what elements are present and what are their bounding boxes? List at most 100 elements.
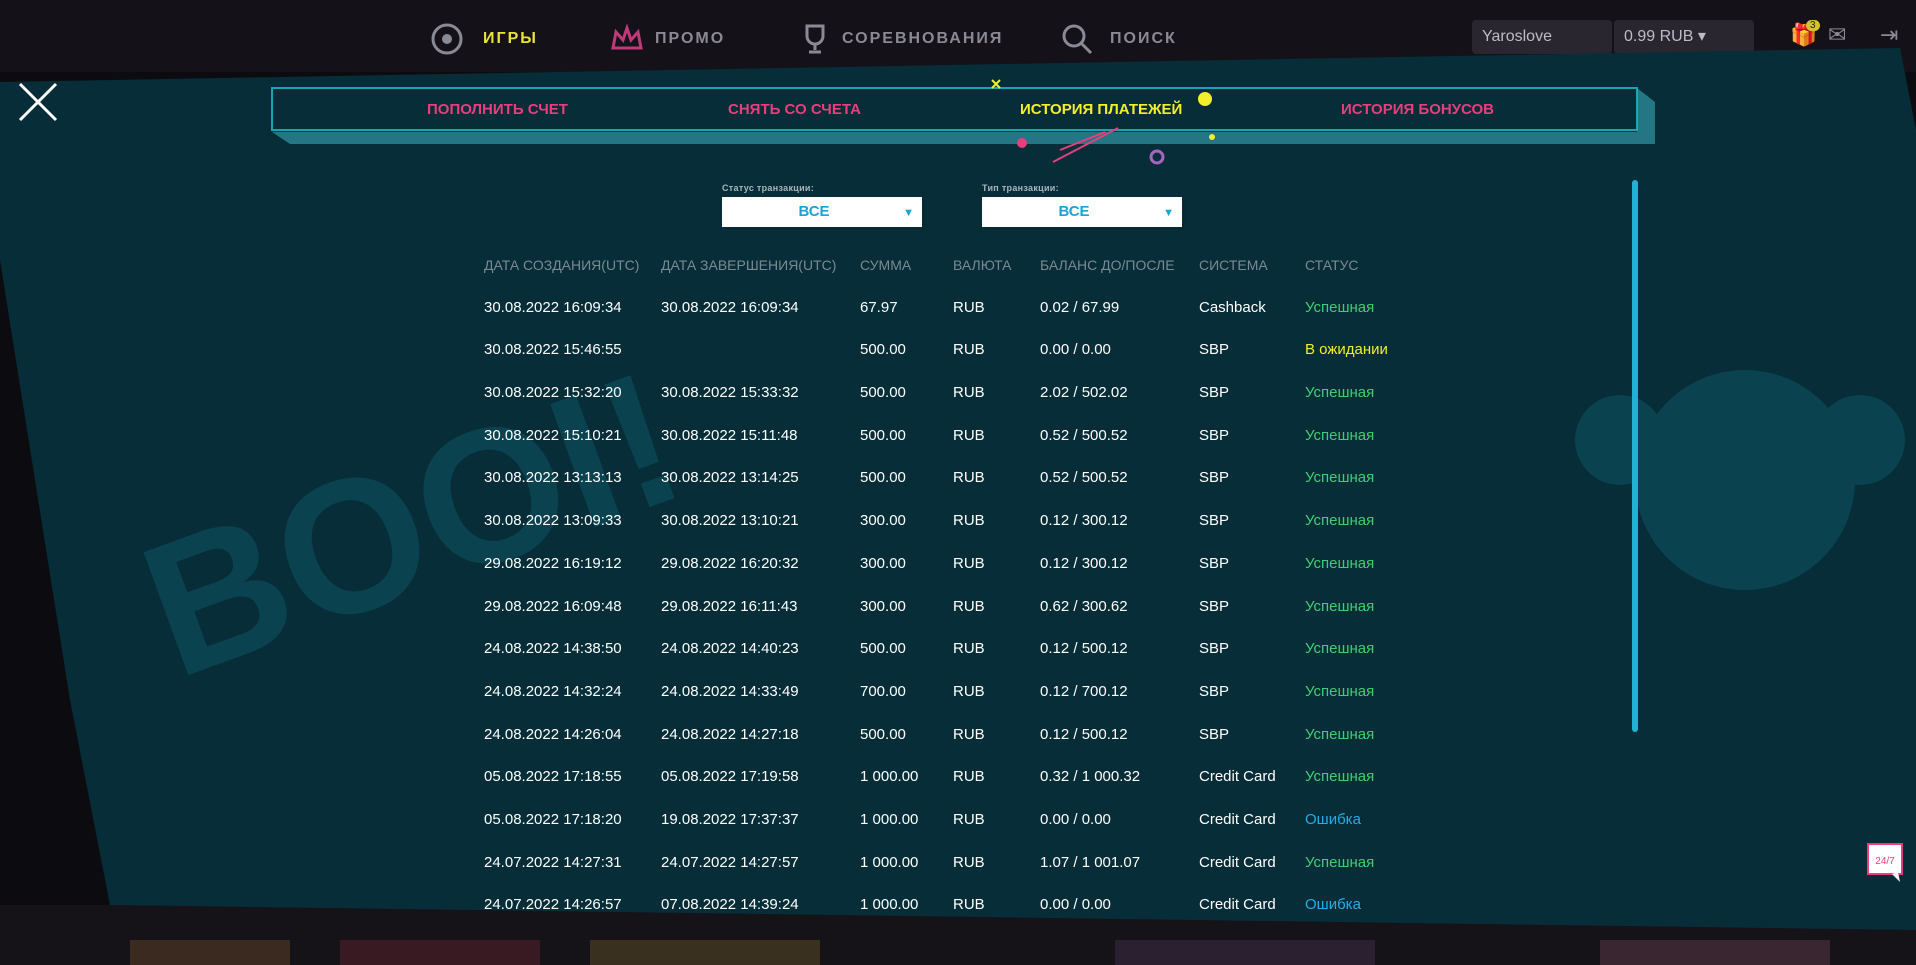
cell-amount: 1 000.00 bbox=[860, 853, 919, 871]
cell-completed: 29.08.2022 16:11:43 bbox=[661, 597, 798, 615]
cell-amount: 300.00 bbox=[860, 512, 906, 530]
cell-status: Успешная bbox=[1305, 512, 1375, 530]
header-balance: БАЛАНС ДО/ПОСЛЕ bbox=[1040, 257, 1175, 273]
scrollbar[interactable] bbox=[1632, 180, 1638, 732]
cell-completed: 19.08.2022 17:37:37 bbox=[661, 810, 799, 828]
cell-status: Ошибка bbox=[1305, 810, 1361, 828]
cell-amount: 1 000.00 bbox=[860, 896, 919, 910]
cell-system: SBP bbox=[1199, 640, 1230, 658]
type-select[interactable]: ВСЕ ▼ bbox=[982, 197, 1182, 227]
cell-created: 30.08.2022 13:09:33 bbox=[484, 512, 622, 530]
header-status: СТАТУС bbox=[1305, 257, 1359, 273]
cell-balance: 0.52 / 500.52 bbox=[1040, 469, 1128, 487]
cell-balance: 0.32 / 1 000.32 bbox=[1040, 768, 1141, 786]
cell-completed: 24.07.2022 14:27:57 bbox=[661, 853, 799, 871]
cell-created: 24.08.2022 14:32:24 bbox=[484, 682, 622, 700]
cell-created: 30.08.2022 15:10:21 bbox=[484, 426, 622, 444]
table-body: 30.08.2022 16:09:34 30.08.2022 16:09:34 67… bbox=[484, 297, 1584, 910]
watermark-mascot bbox=[1635, 370, 1855, 590]
cell-created: 05.08.2022 17:18:55 bbox=[484, 768, 622, 786]
cell-status: Ошибка bbox=[1305, 896, 1361, 910]
table-row: 30.08.2022 15:32:20 30.08.2022 15:33:32 50… bbox=[484, 382, 1584, 425]
cell-completed: 30.08.2022 15:11:48 bbox=[661, 426, 798, 444]
cell-status: Успешная bbox=[1305, 853, 1375, 871]
cell-balance: 1.07 / 1 001.07 bbox=[1040, 853, 1141, 871]
header-currency: ВАЛЮТА bbox=[953, 257, 1012, 273]
cell-completed: 30.08.2022 13:14:25 bbox=[661, 469, 799, 487]
cell-status: Успешная bbox=[1305, 554, 1375, 572]
tab-payment-history[interactable]: ИСТОРИЯ ПЛАТЕЖЕЙ bbox=[1020, 101, 1182, 118]
cell-system: SBP bbox=[1199, 512, 1230, 530]
cell-balance: 0.00 / 0.00 bbox=[1040, 810, 1111, 828]
cell-balance: 0.12 / 300.12 bbox=[1040, 554, 1128, 572]
cell-system: Credit Card bbox=[1199, 810, 1276, 828]
status-filter: Статус транзакции: ВСЕ ▼ bbox=[722, 183, 922, 227]
table-row: 24.08.2022 14:26:04 24.08.2022 14:27:18 50… bbox=[484, 724, 1584, 767]
cell-system: Credit Card bbox=[1199, 853, 1276, 871]
cell-amount: 500.00 bbox=[860, 426, 906, 444]
cell-created: 30.08.2022 16:09:34 bbox=[484, 298, 622, 316]
cell-amount: 500.00 bbox=[860, 469, 906, 487]
cell-status: Успешная bbox=[1305, 725, 1375, 743]
cell-balance: 0.12 / 500.12 bbox=[1040, 640, 1128, 658]
chevron-down-icon: ▼ bbox=[903, 207, 914, 219]
cell-completed: 05.08.2022 17:19:58 bbox=[661, 768, 799, 786]
cell-currency: RUB bbox=[953, 640, 985, 658]
cell-created: 24.08.2022 14:26:04 bbox=[484, 725, 622, 743]
cell-system: SBP bbox=[1199, 341, 1230, 359]
tab-withdraw[interactable]: СНЯТЬ СО СЧЕТА bbox=[728, 101, 861, 118]
cell-completed: 30.08.2022 15:33:32 bbox=[661, 384, 799, 402]
cell-balance: 0.00 / 0.00 bbox=[1040, 341, 1111, 359]
cell-status: Успешная bbox=[1305, 426, 1375, 444]
table-row: 05.08.2022 17:18:20 19.08.2022 17:37:37 1 … bbox=[484, 809, 1584, 852]
cell-amount: 500.00 bbox=[860, 384, 906, 402]
table-row: 30.08.2022 15:46:55 500.00 RUB 0.00 / 0.00 S… bbox=[484, 339, 1584, 382]
cell-currency: RUB bbox=[953, 341, 985, 359]
cell-amount: 1 000.00 bbox=[860, 810, 919, 828]
cell-system: Cashback bbox=[1199, 298, 1266, 316]
cell-currency: RUB bbox=[953, 298, 985, 316]
cell-amount: 67.97 bbox=[860, 298, 898, 316]
cell-amount: 1 000.00 bbox=[860, 768, 919, 786]
tab-deposit[interactable]: ПОПОЛНИТЬ СЧЕТ bbox=[427, 101, 568, 118]
status-select-value: ВСЕ bbox=[798, 203, 830, 220]
chevron-down-icon: ▼ bbox=[1163, 207, 1174, 219]
status-select[interactable]: ВСЕ ▼ bbox=[722, 197, 922, 227]
cell-status: Успешная bbox=[1305, 640, 1375, 658]
type-filter: Тип транзакции: ВСЕ ▼ bbox=[982, 183, 1182, 227]
table-row: 24.07.2022 14:26:57 07.08.2022 14:39:24 1 … bbox=[484, 894, 1584, 910]
cell-currency: RUB bbox=[953, 810, 985, 828]
cell-created: 30.08.2022 15:32:20 bbox=[484, 384, 622, 402]
tab-bonus-history[interactable]: ИСТОРИЯ БОНУСОВ bbox=[1341, 101, 1494, 118]
cell-balance: 0.12 / 700.12 bbox=[1040, 682, 1128, 700]
cell-created: 29.08.2022 16:19:12 bbox=[484, 554, 622, 572]
cell-completed: 29.08.2022 16:20:32 bbox=[661, 554, 799, 572]
cell-created: 24.07.2022 14:27:31 bbox=[484, 853, 622, 871]
support-chat-button[interactable]: 24/7 bbox=[1866, 842, 1906, 882]
cell-currency: RUB bbox=[953, 896, 985, 910]
header-completed: ДАТА ЗАВЕРШЕНИЯ(UTC) bbox=[661, 257, 837, 273]
cell-currency: RUB bbox=[953, 554, 985, 572]
cell-balance: 0.12 / 500.12 bbox=[1040, 725, 1128, 743]
table-row: 24.08.2022 14:32:24 24.08.2022 14:33:49 70… bbox=[484, 681, 1584, 724]
cell-system: SBP bbox=[1199, 554, 1230, 572]
table-row: 24.08.2022 14:38:50 24.08.2022 14:40:23 50… bbox=[484, 638, 1584, 681]
cell-balance: 0.02 / 67.99 bbox=[1040, 298, 1120, 316]
cell-system: SBP bbox=[1199, 469, 1230, 487]
cell-balance: 0.12 / 300.12 bbox=[1040, 512, 1128, 530]
cell-currency: RUB bbox=[953, 384, 985, 402]
cell-balance: 0.00 / 0.00 bbox=[1040, 896, 1111, 910]
cell-completed: 24.08.2022 14:33:49 bbox=[661, 682, 799, 700]
cell-amount: 300.00 bbox=[860, 554, 906, 572]
cell-currency: RUB bbox=[953, 768, 985, 786]
table-row: 24.07.2022 14:27:31 24.07.2022 14:27:57 1 … bbox=[484, 852, 1584, 895]
cell-balance: 0.62 / 300.62 bbox=[1040, 597, 1128, 615]
cell-created: 24.08.2022 14:38:50 bbox=[484, 640, 622, 658]
cell-created: 30.08.2022 15:46:55 bbox=[484, 341, 622, 359]
cell-currency: RUB bbox=[953, 597, 985, 615]
cell-status: Успешная bbox=[1305, 298, 1375, 316]
payment-tabs: ПОПОЛНИТЬ СЧЕТ СНЯТЬ СО СЧЕТА ИСТОРИЯ ПЛ… bbox=[272, 90, 1637, 132]
cell-status: Успешная bbox=[1305, 384, 1375, 402]
type-filter-label: Тип транзакции: bbox=[982, 183, 1059, 193]
close-icon[interactable] bbox=[18, 82, 58, 122]
